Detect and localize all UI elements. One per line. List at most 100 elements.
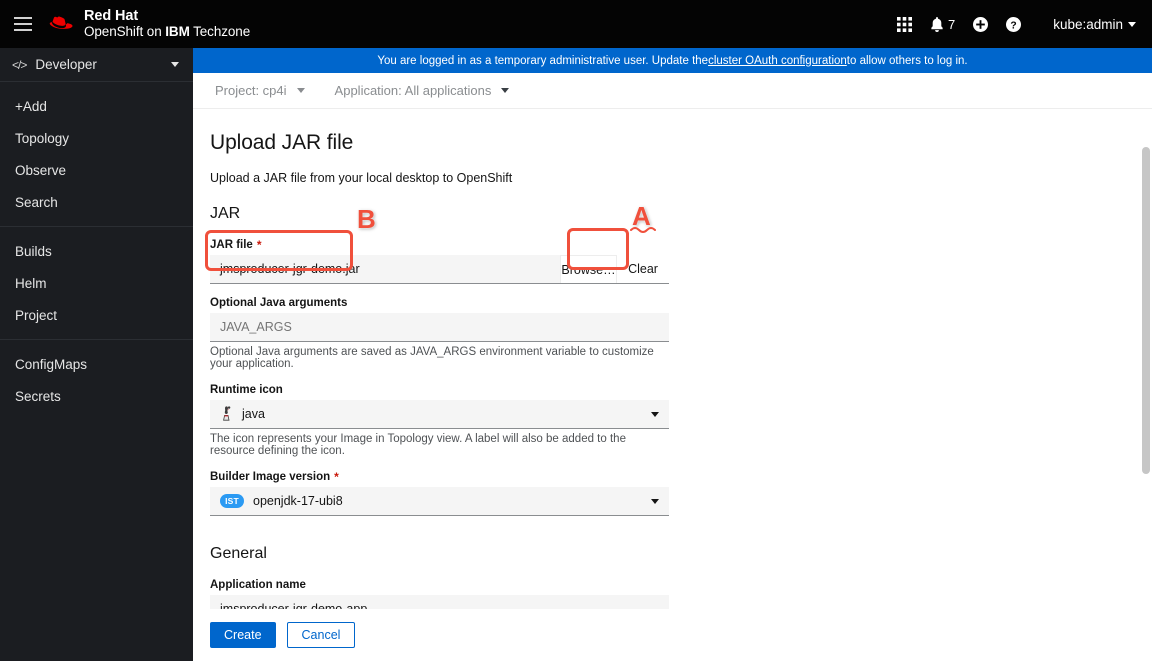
- sidebar-item-label: +Add: [15, 98, 47, 114]
- red-hat-logo-icon: [49, 16, 73, 29]
- sidebar-group-2: Builds Helm Project: [0, 227, 193, 340]
- builder-image-version-field: Builder Image version * IST openjdk-17-u…: [210, 471, 669, 516]
- java-args-input[interactable]: [210, 313, 669, 342]
- grid-apps-glyph: [896, 16, 912, 32]
- username-label: kube:admin: [1053, 16, 1123, 32]
- plus-circle-glyph: [973, 16, 989, 32]
- java-args-field: Optional Java arguments Optional Java ar…: [210, 297, 669, 370]
- application-name-label-row: Application name: [210, 579, 669, 591]
- application-selector[interactable]: Application: All applications: [335, 83, 510, 98]
- page-subtitle: Upload a JAR file from your local deskto…: [210, 171, 513, 185]
- grid-apps-icon[interactable]: [896, 16, 912, 32]
- clear-button[interactable]: Clear: [617, 255, 669, 283]
- required-indicator: *: [334, 470, 339, 484]
- sidebar-item-label: ConfigMaps: [15, 356, 88, 372]
- brand-title: Red Hat: [84, 7, 139, 24]
- browse-button[interactable]: Browse…: [560, 255, 617, 283]
- chevron-down-icon: [501, 88, 510, 93]
- builder-image-value: openjdk-17-ubi8: [253, 494, 343, 508]
- openshift-console: Red Hat OpenShift on IBM Techzone 7 ? ku…: [0, 0, 1152, 661]
- runtime-icon-label: Runtime icon: [210, 384, 283, 396]
- sidebar-item-label: Observe: [15, 162, 67, 178]
- sidebar-item-project[interactable]: Project: [0, 299, 193, 331]
- notification-bell-icon[interactable]: 7: [930, 16, 956, 32]
- perspective-label: Developer: [35, 57, 97, 72]
- sidebar-group-1: +Add Topology Observe Search: [0, 82, 193, 227]
- hamburger-icon[interactable]: [0, 0, 46, 48]
- context-bar: Project: cp4i Application: All applicati…: [193, 73, 1152, 109]
- admin-notice-banner: You are logged in as a temporary adminis…: [193, 48, 1152, 73]
- sidebar-item-search[interactable]: Search: [0, 186, 193, 218]
- sidebar-item-topology[interactable]: Topology: [0, 122, 193, 154]
- notice-text-after: to allow others to log in.: [846, 54, 968, 67]
- runtime-icon-field: Runtime icon java The icon represents yo…: [210, 384, 669, 457]
- brand-text: Red Hat OpenShift on IBM Techzone: [84, 7, 251, 40]
- jar-file-field: JAR file * jmsproducer-jgr-demo.jar Brow…: [210, 239, 669, 284]
- brand-subtitle-bold: IBM: [165, 23, 190, 39]
- project-selector[interactable]: Project: cp4i: [215, 83, 305, 98]
- brand[interactable]: Red Hat OpenShift on IBM Techzone: [48, 7, 251, 40]
- section-heading-general: General: [210, 545, 267, 562]
- cluster-oauth-link[interactable]: cluster OAuth configuration: [708, 55, 847, 67]
- svg-text:?: ?: [1011, 20, 1017, 31]
- sidebar-item-configmaps[interactable]: ConfigMaps: [0, 348, 193, 380]
- sidebar: </> Developer +Add Topology Observe Sear…: [0, 48, 193, 661]
- builder-image-label: Builder Image version: [210, 471, 331, 483]
- sidebar-item-builds[interactable]: Builds: [0, 235, 193, 267]
- masthead-toolbar: 7 ? kube:admin: [896, 16, 1152, 32]
- sidebar-item-label: Helm: [15, 275, 47, 291]
- cancel-button[interactable]: Cancel: [286, 622, 356, 648]
- bell-glyph: [931, 16, 943, 32]
- brand-subtitle-pre: OpenShift on: [84, 23, 166, 39]
- sidebar-group-3: ConfigMaps Secrets: [0, 340, 193, 420]
- sidebar-item-label: Builds: [15, 243, 52, 259]
- runtime-icon-select[interactable]: java: [210, 400, 669, 429]
- java-args-label: Optional Java arguments: [210, 297, 348, 309]
- java-args-helper: Optional Java arguments are saved as JAV…: [210, 346, 654, 370]
- sidebar-item-label: Topology: [15, 130, 70, 146]
- brand-subtitle: OpenShift on IBM Techzone: [84, 23, 251, 40]
- form-scroll-area: Upload JAR file Upload a JAR file from y…: [193, 109, 1152, 661]
- jar-file-input[interactable]: jmsproducer-jgr-demo.jar: [210, 255, 560, 283]
- runtime-icon-helper: The icon represents your Image in Topolo…: [210, 433, 626, 457]
- perspective-switcher[interactable]: </> Developer: [0, 48, 193, 82]
- application-name-label: Application name: [210, 579, 306, 591]
- brand-subtitle-post: Techzone: [189, 23, 251, 39]
- sidebar-item-label: Secrets: [15, 388, 61, 404]
- builder-image-version-select[interactable]: IST openjdk-17-ubi8: [210, 487, 669, 516]
- jar-file-upload-row: jmsproducer-jgr-demo.jar Browse… Clear: [210, 255, 669, 284]
- create-button[interactable]: Create: [210, 622, 276, 648]
- help-question-icon[interactable]: ?: [1006, 16, 1022, 32]
- sidebar-item-observe[interactable]: Observe: [0, 154, 193, 186]
- java-args-label-row: Optional Java arguments: [210, 297, 669, 309]
- sidebar-item-helm[interactable]: Helm: [0, 267, 193, 299]
- sidebar-item-add[interactable]: +Add: [0, 90, 193, 122]
- chevron-down-icon: [1128, 21, 1136, 27]
- image-stream-tag-badge: IST: [220, 494, 244, 508]
- sidebar-item-label: Search: [15, 194, 58, 210]
- builder-image-label-row: Builder Image version *: [210, 471, 669, 483]
- upload-jar-form: Upload JAR file Upload a JAR file from y…: [193, 109, 1152, 660]
- sidebar-item-label: Project: [15, 307, 58, 323]
- form-footer: Create Cancel: [193, 609, 1152, 661]
- required-indicator: *: [256, 238, 262, 252]
- application-selector-label: Application: All applications: [334, 83, 492, 98]
- chevron-down-icon: [651, 498, 659, 504]
- runtime-icon-label-row: Runtime icon: [210, 384, 669, 396]
- plus-circle-icon[interactable]: [973, 16, 989, 32]
- section-heading-jar: JAR: [210, 205, 241, 222]
- project-selector-label: Project: cp4i: [215, 83, 287, 98]
- sidebar-item-secrets[interactable]: Secrets: [0, 380, 193, 412]
- java-duke-icon: [223, 406, 231, 421]
- main-content: You are logged in as a temporary adminis…: [193, 48, 1152, 661]
- question-circle-glyph: ?: [1006, 16, 1022, 32]
- chevron-down-icon: [171, 62, 179, 67]
- notice-text-before: You are logged in as a temporary adminis…: [377, 54, 709, 67]
- jar-file-label: JAR file: [210, 239, 253, 251]
- user-menu[interactable]: kube:admin: [1053, 17, 1136, 32]
- scrollbar-thumb[interactable]: [1142, 147, 1150, 474]
- code-icon: </>: [12, 57, 27, 72]
- chevron-down-icon: [296, 88, 305, 93]
- page-title: Upload JAR file: [210, 131, 354, 154]
- notification-count: 7: [947, 16, 956, 32]
